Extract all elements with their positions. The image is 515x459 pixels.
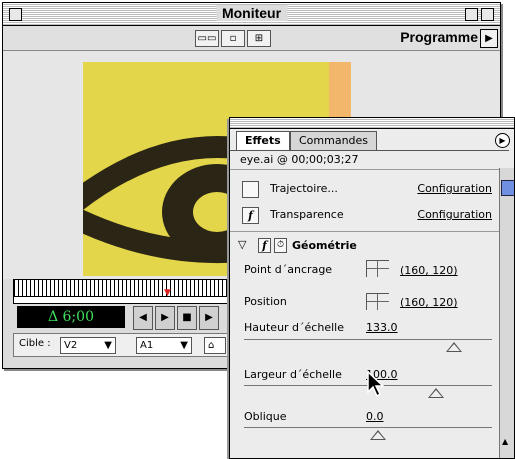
playhead-icon[interactable]: ▼: [164, 288, 171, 298]
anchor-point-pad[interactable]: [366, 260, 389, 277]
skew-label: Oblique: [244, 410, 287, 423]
slider-thumb-icon[interactable]: [428, 388, 444, 398]
trim-view-icon[interactable]: ⊞: [247, 30, 271, 47]
step-back-icon[interactable]: ◀: [133, 306, 153, 330]
scrollbar-thumb[interactable]: [501, 180, 514, 196]
effect-toggle-checkbox[interactable]: f: [242, 207, 259, 224]
monitor-title-bar[interactable]: Moniteur: [3, 3, 500, 26]
geometry-header: ▽ f ⏱ Géométrie: [230, 236, 499, 256]
clip-info: eye.ai @ 00;00;03;27: [230, 150, 509, 169]
geometry-title: Géométrie: [292, 239, 357, 252]
timecode-display[interactable]: Δ 6;00: [17, 306, 125, 328]
effects-scrollbar[interactable]: ▲: [499, 168, 514, 458]
timeline-ruler[interactable]: [13, 279, 245, 297]
video-track-select[interactable]: V2 ▼: [60, 337, 116, 354]
chevron-down-icon: ▼: [180, 340, 188, 351]
scale-width-label: Largeur d´échelle: [244, 368, 342, 381]
effect-row-trajectoire: Trajectoire... Configuration: [242, 178, 492, 200]
step-forward-icon[interactable]: ▶: [155, 306, 175, 330]
lock-icon[interactable]: ⌂: [204, 337, 226, 354]
scale-height-slider[interactable]: [244, 339, 492, 340]
divider: [230, 169, 499, 170]
play-icon[interactable]: ▶: [199, 306, 219, 330]
tab-effets[interactable]: Effets: [236, 131, 290, 150]
effect-row-transparence: f Transparence Configuration: [242, 204, 492, 226]
anchor-point-value[interactable]: (160, 120): [400, 264, 458, 277]
mouse-pointer-icon: [367, 370, 385, 398]
target-label: Cible :: [19, 338, 51, 349]
scale-height-value[interactable]: 133.0: [366, 321, 398, 334]
scale-height-label: Hauteur d´échelle: [244, 321, 344, 334]
target-row: Cible : V2 ▼ A1 ▼ ⌂: [13, 333, 245, 357]
effect-label: Trajectoire...: [270, 182, 338, 195]
program-label: Programme: [400, 29, 478, 45]
scroll-up-arrow-icon[interactable]: ▲: [502, 437, 508, 446]
skew-slider[interactable]: [244, 427, 492, 428]
close-box[interactable]: [9, 8, 22, 21]
position-pad[interactable]: [366, 293, 389, 310]
single-view-icon[interactable]: ▫: [221, 30, 245, 47]
configuration-link[interactable]: Configuration: [417, 208, 492, 221]
slider-thumb-icon[interactable]: [370, 430, 386, 440]
skew-value[interactable]: 0.0: [366, 410, 384, 423]
anchor-point-label: Point d´ancrage: [244, 263, 333, 276]
tab-commandes[interactable]: Commandes: [290, 131, 378, 150]
position-label: Position: [244, 295, 287, 308]
palette-menu-icon[interactable]: ▶: [495, 133, 510, 148]
effect-toggle-checkbox[interactable]: [242, 181, 259, 198]
zoom-box[interactable]: [465, 8, 478, 21]
effect-toggle-checkbox[interactable]: f: [258, 238, 271, 253]
divider: [230, 231, 499, 232]
audio-track-value: A1: [140, 340, 154, 351]
monitor-title: Moniteur: [215, 5, 288, 21]
monitor-toolbar: ▭▭ ▫ ⊞ Programme ▶: [3, 26, 500, 51]
chevron-down-icon: ▼: [104, 340, 112, 351]
stopwatch-icon[interactable]: ⏱: [274, 238, 287, 253]
effects-title-bar[interactable]: [230, 118, 514, 129]
disclosure-triangle-icon[interactable]: ▽: [238, 238, 246, 251]
video-track-value: V2: [64, 340, 78, 351]
effect-label: Transparence: [270, 208, 344, 221]
audio-track-select[interactable]: A1 ▼: [136, 337, 192, 354]
collapse-box[interactable]: [481, 8, 494, 21]
position-value[interactable]: (160, 120): [400, 296, 458, 309]
effects-window: Effets Commandes ▶ eye.ai @ 00;00;03;27 …: [229, 117, 515, 459]
slider-thumb-icon[interactable]: [446, 342, 462, 352]
configuration-link[interactable]: Configuration: [417, 182, 492, 195]
program-menu-arrow-icon[interactable]: ▶: [480, 29, 498, 48]
dual-view-icon[interactable]: ▭▭: [195, 30, 219, 47]
stop-icon[interactable]: ■: [177, 306, 197, 330]
timeline-bar[interactable]: ▼: [13, 288, 245, 304]
